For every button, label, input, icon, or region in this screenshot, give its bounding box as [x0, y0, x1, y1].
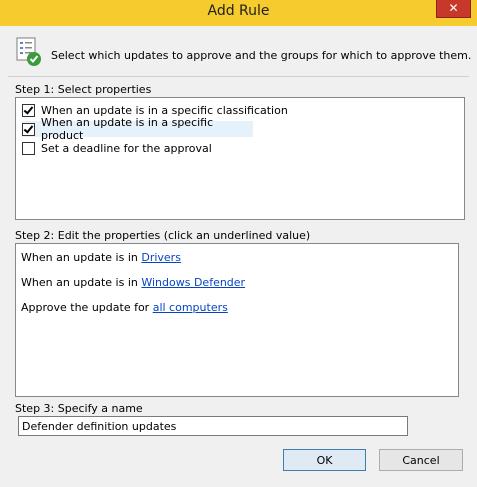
- property-product[interactable]: When an update is in a specific product: [22, 116, 253, 142]
- classification-link[interactable]: Drivers: [141, 251, 181, 264]
- add-rule-dialog: Add Rule ✕ Select which updates to appro…: [0, 0, 477, 487]
- edit-line-product: When an update is in Windows Defender: [21, 276, 245, 289]
- property-label: Set a deadline for the approval: [41, 141, 212, 155]
- rule-name-input[interactable]: [18, 416, 408, 436]
- product-checkbox[interactable]: [22, 122, 35, 136]
- step1-label: Step 1: Select properties: [15, 83, 152, 96]
- product-link[interactable]: Windows Defender: [141, 276, 245, 289]
- edit-line-text: When an update is in: [21, 276, 142, 289]
- title-bar[interactable]: Add Rule ✕: [0, 0, 477, 26]
- step2-label: Step 2: Edit the properties (click an un…: [15, 229, 311, 242]
- window-title: Add Rule: [207, 3, 270, 19]
- property-label: When an update is in a specific classifi…: [41, 103, 288, 117]
- properties-list: When an update is in a specific classifi…: [15, 97, 465, 220]
- step3-label: Step 3: Specify a name: [15, 402, 143, 415]
- property-label: When an update is in a specific product: [41, 116, 214, 142]
- property-deadline[interactable]: Set a deadline for the approval: [22, 140, 212, 156]
- edit-line-classification: When an update is in Drivers: [21, 251, 181, 264]
- cancel-button[interactable]: Cancel: [379, 449, 463, 471]
- edit-line-text: When an update is in: [21, 251, 142, 264]
- checklist-approve-icon: [16, 37, 41, 66]
- classification-checkbox[interactable]: [22, 103, 35, 117]
- deadline-checkbox[interactable]: [22, 141, 35, 155]
- close-button[interactable]: ✕: [436, 0, 471, 18]
- properties-editor: When an update is in Drivers When an upd…: [15, 243, 459, 397]
- edit-line-text: Approve the update for: [21, 301, 153, 314]
- header-divider: [8, 76, 469, 77]
- ok-button[interactable]: OK: [283, 449, 366, 471]
- computers-link[interactable]: all computers: [153, 301, 228, 314]
- header-instructions: Select which updates to approve and the …: [51, 49, 472, 62]
- edit-line-computers: Approve the update for all computers: [21, 301, 228, 314]
